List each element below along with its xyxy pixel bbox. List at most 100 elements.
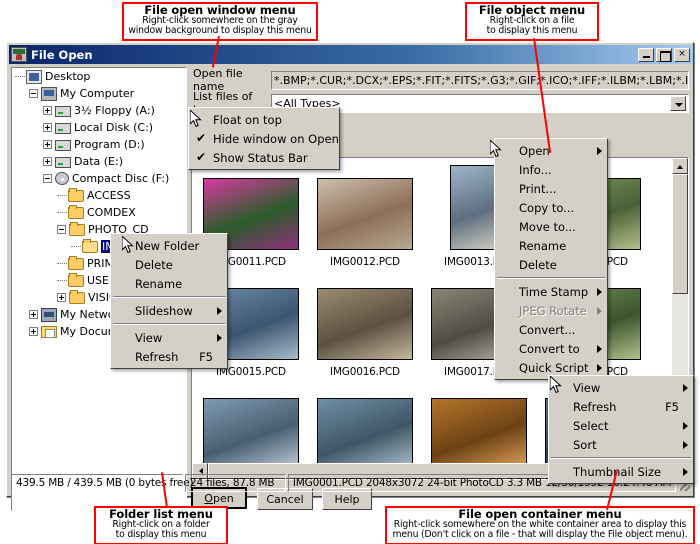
hard-drive-icon	[55, 140, 71, 151]
menu-item[interactable]: Refresh F5	[111, 347, 227, 366]
submenu-arrow-icon	[683, 384, 688, 392]
tree-collapse-icon[interactable]	[29, 89, 38, 98]
menu-item[interactable]: View	[549, 378, 693, 397]
scroll-up-button[interactable]	[672, 158, 688, 174]
callout-object-menu: File object menu Right-click on a file to…	[465, 2, 599, 41]
tree-collapse-icon[interactable]	[43, 174, 52, 183]
tree-item[interactable]: 3½ Floppy (A:)	[12, 102, 186, 119]
tree-item[interactable]: Data (E:)	[12, 153, 186, 170]
thumbnail-item[interactable]: IMG0016.PCD	[312, 271, 418, 378]
menu-item[interactable]: Thumbnail Size	[549, 462, 693, 481]
menu-item[interactable]: ✔ Show Status Bar	[189, 148, 339, 167]
file-open-window-menu[interactable]: Float on top ✔ Hide window on Open ✔ Show St…	[188, 107, 340, 170]
tree-item[interactable]: Compact Disc (F:)	[12, 170, 186, 187]
tree-item[interactable]: Local Disk (C:)	[12, 119, 186, 136]
menu-item-label: Convert...	[519, 322, 576, 337]
submenu-arrow-icon	[217, 334, 222, 342]
menu-item[interactable]: View	[111, 328, 227, 347]
open-file-name-combo[interactable]: *.BMP;*.CUR;*.DCX;*.EPS;*.FIT;*.FITS;*.G…	[271, 70, 689, 90]
tree-expand-icon[interactable]	[57, 293, 66, 302]
folder-icon	[68, 188, 84, 202]
menu-item[interactable]: Select	[549, 416, 693, 435]
file-open-container-menu[interactable]: View Refresh F5 Select Sort Thumbnail Size	[548, 375, 694, 484]
submenu-arrow-icon	[683, 468, 688, 476]
menu-item[interactable]: Delete	[111, 255, 227, 274]
menu-item-label: Refresh	[573, 399, 617, 414]
menu-item-label: Hide window on Open	[213, 131, 339, 146]
tree-item[interactable]: ACCESS	[12, 187, 186, 204]
submenu-arrow-icon	[597, 288, 602, 296]
menu-item[interactable]: Print...	[495, 179, 607, 198]
menu-item[interactable]: Convert to	[495, 339, 607, 358]
tree-item-label: My Computer	[60, 87, 135, 100]
chevron-down-icon[interactable]	[670, 95, 686, 111]
menu-item[interactable]: Convert...	[495, 320, 607, 339]
mouse-cursor-object-menu	[490, 140, 502, 159]
thumbnail-image[interactable]	[317, 288, 413, 360]
status-file-count: 24 files, 87.8 MB	[185, 474, 286, 492]
menu-item[interactable]: Time Stamp	[495, 282, 607, 301]
tree-item[interactable]: Desktop	[12, 68, 186, 85]
submenu-arrow-icon	[597, 364, 602, 372]
menu-item-label: Move to...	[519, 219, 576, 234]
menu-item[interactable]: Refresh F5	[549, 397, 693, 416]
tree-connector	[57, 212, 67, 213]
callout-folder-menu-title: Folder list menu	[109, 507, 213, 521]
callout-object-menu-title: File object menu	[478, 3, 586, 17]
folder-icon	[69, 222, 85, 236]
menu-item-label: Select	[573, 418, 609, 433]
tree-expand-icon[interactable]	[43, 157, 52, 166]
tree-expand-icon[interactable]	[43, 123, 52, 132]
menu-item-label: Sort	[573, 437, 597, 452]
folder-icon	[69, 290, 85, 304]
callout-window-menu: File open window menu Right-click somewh…	[122, 2, 318, 41]
thumbnail-item[interactable]: IMG0012.PCD	[312, 161, 418, 268]
menu-item[interactable]: Rename	[111, 274, 227, 293]
menu-item-label: New Folder	[135, 238, 200, 253]
menu-item[interactable]: Slideshow	[111, 301, 227, 320]
submenu-arrow-icon	[597, 345, 602, 353]
close-button[interactable]: ×	[674, 47, 690, 62]
submenu-arrow-icon	[683, 422, 688, 430]
title-bar[interactable]: File Open ×	[9, 45, 693, 64]
folder-icon	[68, 273, 84, 287]
minimize-button[interactable]	[638, 47, 654, 62]
menu-item-label: Convert to	[519, 341, 580, 356]
thumbnail-image[interactable]	[431, 398, 527, 470]
menu-item-label: Show Status Bar	[213, 150, 308, 165]
tree-connector	[57, 263, 67, 264]
my-documents-icon	[41, 326, 57, 338]
menu-item[interactable]: Info...	[495, 160, 607, 179]
tree-connector	[57, 195, 67, 196]
menu-item[interactable]: Copy to...	[495, 198, 607, 217]
tree-expand-icon[interactable]	[29, 310, 38, 319]
menu-item[interactable]: Rename	[495, 236, 607, 255]
vertical-scroll-thumb[interactable]	[672, 174, 688, 294]
menu-item[interactable]: Open	[495, 141, 607, 160]
tree-expand-icon[interactable]	[29, 327, 38, 336]
thumbnail-caption: IMG0016.PCD	[330, 366, 400, 378]
computer-icon	[41, 86, 57, 101]
tree-item[interactable]: Program (D:)	[12, 136, 186, 153]
menu-item[interactable]: Float on top	[189, 110, 339, 129]
tree-collapse-icon[interactable]	[57, 225, 66, 234]
tree-expand-icon[interactable]	[43, 106, 52, 115]
thumbnail-image[interactable]	[317, 398, 413, 470]
menu-item-label: Rename	[135, 276, 183, 291]
tree-item[interactable]: My Computer	[12, 85, 186, 102]
tree-item[interactable]: COMDEX	[12, 204, 186, 221]
menu-item-label: Slideshow	[135, 303, 193, 318]
menu-item[interactable]: Delete	[495, 255, 607, 274]
file-object-menu[interactable]: Open Info... Print... Copy to... Move to... R…	[494, 138, 608, 380]
checkmark-icon: ✔	[196, 131, 207, 145]
tree-item-label: Desktop	[45, 70, 91, 83]
checkmark-icon: ✔	[196, 150, 207, 164]
menu-item[interactable]: Move to...	[495, 217, 607, 236]
thumbnail-image[interactable]	[203, 398, 299, 470]
menu-item[interactable]: Sort	[549, 435, 693, 454]
tree-expand-icon[interactable]	[43, 140, 52, 149]
thumbnail-image[interactable]	[317, 178, 413, 250]
menu-item[interactable]: ✔ Hide window on Open	[189, 129, 339, 148]
submenu-arrow-icon	[597, 307, 602, 315]
maximize-button[interactable]	[656, 47, 672, 62]
